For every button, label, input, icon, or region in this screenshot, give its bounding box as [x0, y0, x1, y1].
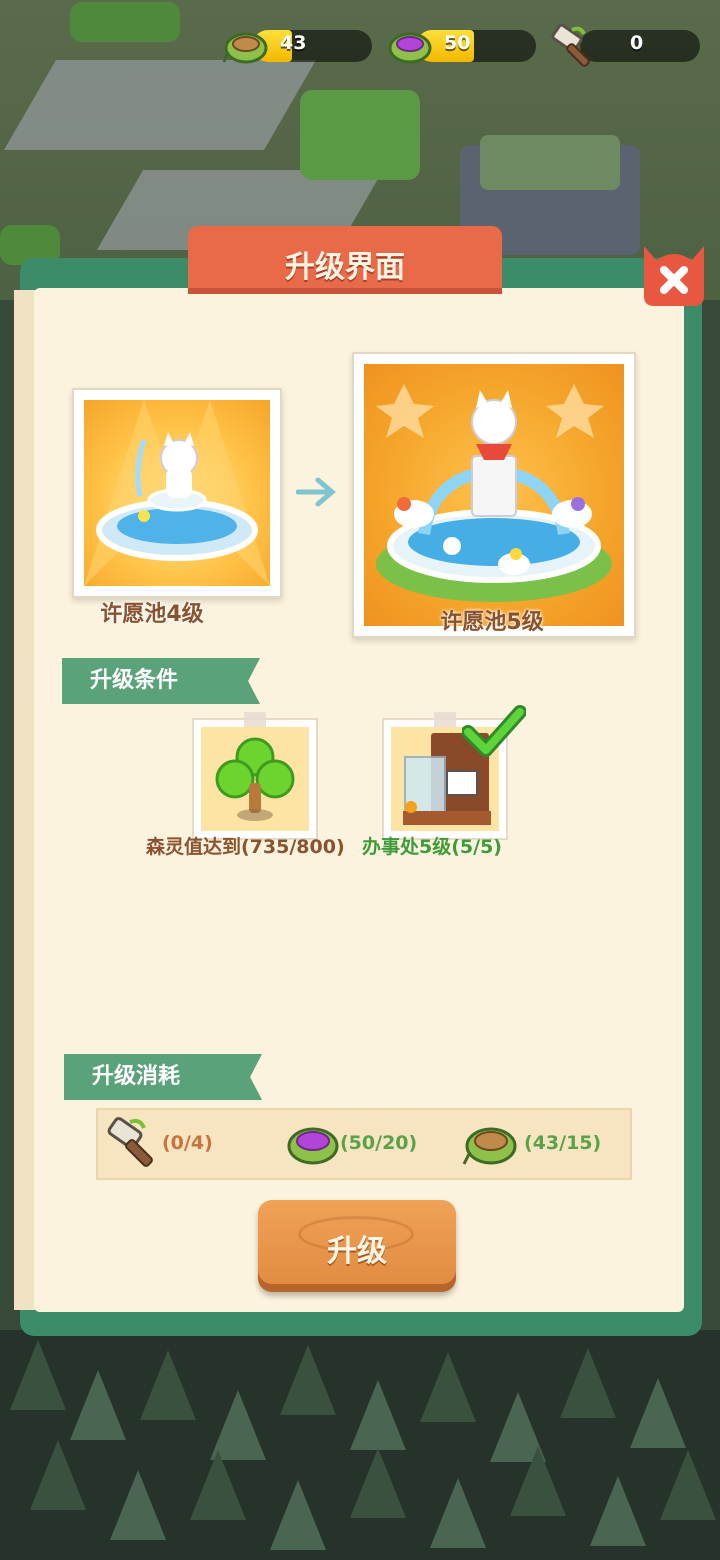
purple-berry-basket-icon: [287, 1127, 339, 1165]
cost-text: (43/15): [524, 1132, 602, 1154]
tape-decoration: [244, 712, 266, 728]
cost-header: 升级消耗: [64, 1054, 262, 1100]
dialog-title: 升级界面: [285, 250, 405, 285]
fountain-level5-image: [376, 384, 612, 602]
arrow-right-icon: [296, 477, 336, 507]
resource-bar: [252, 30, 372, 62]
condition-text-unmet: 森灵值达到(735/800): [146, 836, 345, 858]
next-building-card: [352, 352, 636, 638]
conditions-header: 升级条件: [62, 658, 260, 704]
current-building-label: 许愿池4级: [100, 602, 204, 627]
purple-berry-basket-icon: [388, 32, 432, 64]
next-building-label: 许愿池5级: [440, 610, 544, 635]
upgrade-button-label: 升级: [327, 1234, 387, 1269]
resource-value: 0: [630, 32, 644, 54]
hammer-icon: [551, 23, 590, 67]
cost-text: (50/20): [340, 1132, 418, 1154]
condition-met-check-icon: [462, 705, 526, 757]
basket-icon: [462, 1127, 517, 1165]
clover-icon: [215, 737, 295, 821]
condition-item[interactable]: [192, 712, 318, 840]
resource-value: 50: [444, 32, 471, 54]
tape-decoration: [434, 712, 456, 728]
resource-value: 43: [280, 32, 307, 54]
current-building-card: [72, 388, 282, 598]
resource-bar: [416, 30, 536, 62]
condition-text-met: 办事处5级(5/5): [362, 836, 502, 858]
close-button[interactable]: [636, 236, 712, 310]
hammer-icon: [107, 1117, 153, 1167]
upgrade-button[interactable]: 升级: [258, 1200, 456, 1292]
cost-text: (0/4): [162, 1132, 213, 1154]
basket-icon: [222, 32, 268, 64]
fountain-level4-image: [84, 400, 270, 586]
